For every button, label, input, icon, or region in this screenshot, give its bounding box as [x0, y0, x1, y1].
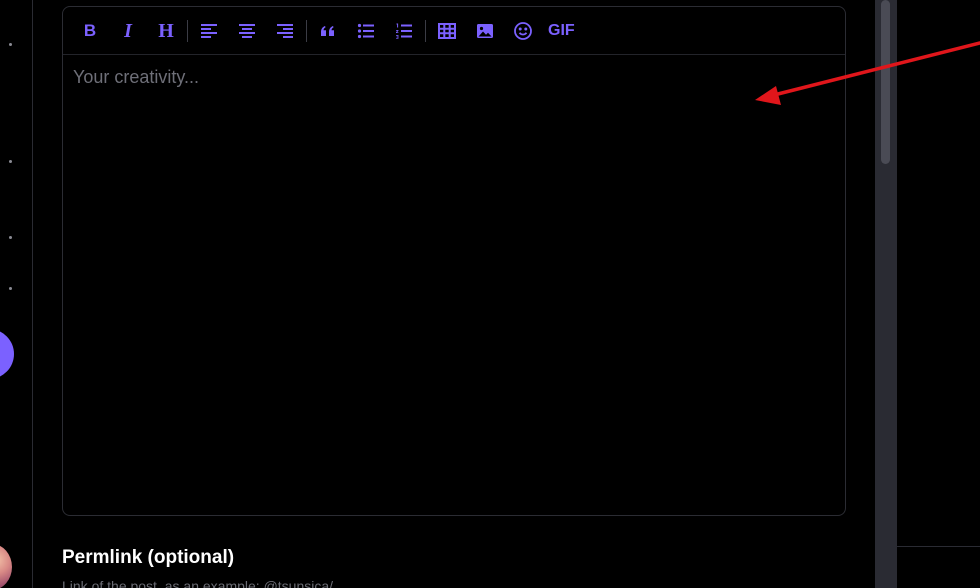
bullet-list-button[interactable]	[347, 16, 385, 46]
toolbar-divider	[425, 19, 426, 42]
bold-icon: B	[83, 21, 97, 40]
bold-button[interactable]: B	[71, 16, 109, 46]
heading-button[interactable]: H	[147, 16, 185, 46]
gif-button[interactable]: GIF	[542, 22, 581, 40]
permlink-hint: Link of the post, as an example: @tsunsi…	[62, 578, 334, 588]
image-button[interactable]	[466, 16, 504, 46]
right-panel	[897, 0, 980, 588]
nav-item-marker[interactable]	[9, 160, 12, 163]
toolbar-divider	[187, 19, 188, 42]
quote-icon	[321, 25, 334, 36]
nav-item-marker[interactable]	[9, 236, 12, 239]
quote-button[interactable]	[309, 16, 347, 46]
align-center-icon	[239, 23, 255, 38]
emoji-icon	[514, 21, 532, 40]
numbered-list-button[interactable]	[385, 16, 423, 46]
bullet-list-icon	[357, 23, 374, 38]
align-center-button[interactable]	[228, 16, 266, 46]
permlink-heading: Permlink (optional)	[62, 547, 235, 568]
align-left-button[interactable]	[190, 16, 228, 46]
create-post-button[interactable]	[0, 329, 14, 379]
heading-icon: H	[158, 19, 174, 42]
right-panel-divider	[897, 546, 980, 547]
toolbar-divider	[306, 19, 307, 42]
image-icon	[477, 23, 493, 38]
page: B I H GIF Your creativity... Permlink (o…	[0, 0, 980, 588]
italic-icon: I	[124, 19, 132, 42]
align-right-button[interactable]	[266, 16, 304, 46]
numbered-list-icon	[396, 23, 412, 39]
align-left-icon	[201, 23, 217, 38]
editor-toolbar: B I H GIF	[63, 7, 845, 55]
user-avatar[interactable]	[0, 544, 12, 588]
post-editor: B I H GIF Your creativity...	[62, 6, 846, 516]
italic-button[interactable]: I	[109, 16, 147, 46]
table-icon	[438, 22, 456, 39]
post-body-textarea[interactable]	[63, 55, 845, 515]
nav-item-marker[interactable]	[9, 287, 12, 290]
table-button[interactable]	[428, 16, 466, 46]
align-right-icon	[277, 23, 293, 38]
scrollbar-thumb[interactable]	[881, 0, 890, 164]
nav-item-marker[interactable]	[9, 43, 12, 46]
left-navigation-rail	[0, 0, 33, 588]
emoji-button[interactable]	[504, 16, 542, 46]
